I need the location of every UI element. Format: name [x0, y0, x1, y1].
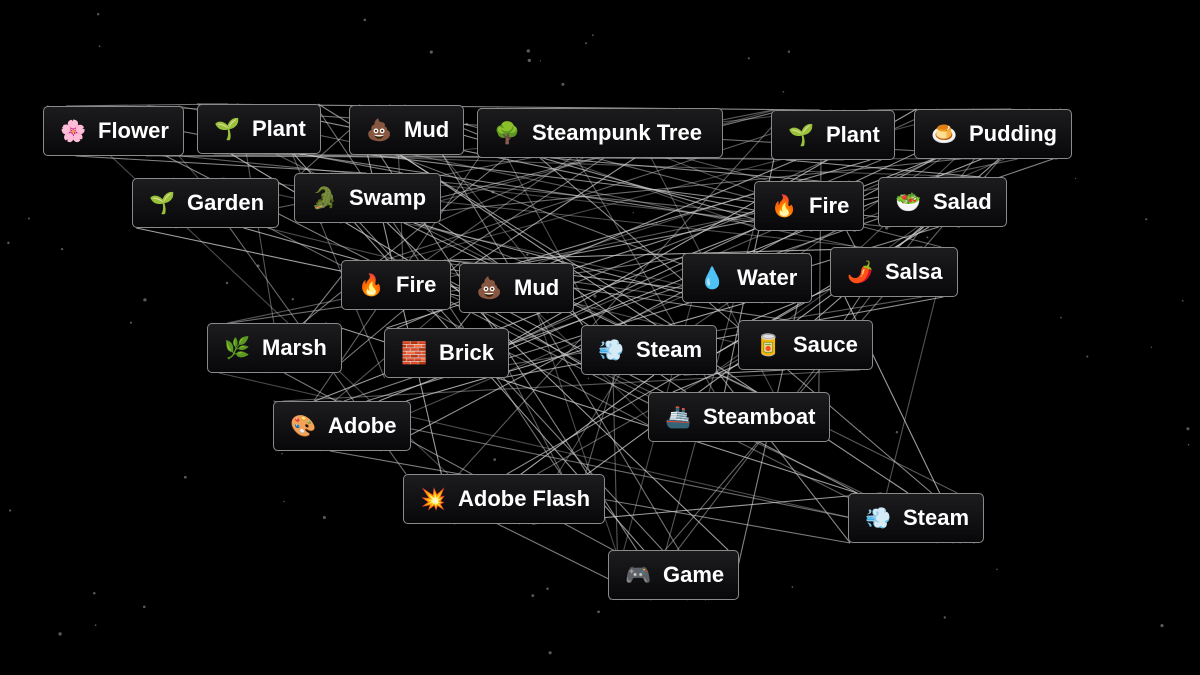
element-label: Pudding	[969, 121, 1057, 146]
element-label: Salsa	[885, 259, 943, 284]
element-salsa[interactable]: 🌶️ Salsa	[830, 247, 958, 297]
droplet-icon: 💧	[699, 265, 726, 290]
element-label: Brick	[439, 340, 495, 365]
element-label: Fire	[809, 193, 850, 218]
cherry-blossom-icon: 🌸	[60, 118, 87, 143]
element-label: Garden	[187, 190, 265, 215]
element-label: Steam	[636, 337, 703, 362]
tree-icon: 🌳	[494, 120, 521, 145]
element-water[interactable]: 💧 Water	[682, 253, 813, 303]
element-sauce[interactable]: 🥫 Sauce	[738, 320, 873, 370]
seedling-icon: 🌱	[788, 122, 815, 147]
fire-icon: 🔥	[771, 193, 798, 218]
element-mud[interactable]: 💩 Mud	[459, 263, 575, 313]
element-label: Steamboat	[703, 404, 816, 429]
element-label: Swamp	[349, 185, 427, 210]
collision-icon: 💥	[420, 486, 447, 511]
dash-icon: 💨	[598, 337, 625, 362]
element-game[interactable]: 🎮 Game	[608, 550, 740, 600]
element-plant[interactable]: 🌱 Plant	[771, 110, 895, 160]
element-adobe-flash[interactable]: 💥 Adobe Flash	[403, 474, 606, 524]
element-fire[interactable]: 🔥 Fire	[341, 260, 452, 310]
element-label: Adobe Flash	[458, 486, 591, 511]
dash-icon: 💨	[865, 505, 892, 530]
element-label: Mud	[404, 117, 450, 142]
element-swamp[interactable]: 🐊 Swamp	[294, 173, 442, 223]
brick-icon: 🧱	[401, 340, 428, 365]
element-adobe[interactable]: 🎨 Adobe	[273, 401, 412, 451]
pile-of-poo-icon: 💩	[366, 117, 393, 142]
connection-line	[371, 154, 961, 228]
hot-pepper-icon: 🌶️	[847, 259, 874, 284]
element-label: Marsh	[262, 335, 327, 360]
element-label: Steam	[903, 505, 970, 530]
element-brick[interactable]: 🧱 Brick	[384, 328, 510, 378]
element-label: Sauce	[793, 332, 858, 357]
ship-icon: 🚢	[665, 404, 692, 429]
element-steamboat[interactable]: 🚢 Steamboat	[648, 392, 831, 442]
fire-icon: 🔥	[358, 272, 385, 297]
element-marsh[interactable]: 🌿 Marsh	[207, 323, 342, 373]
element-label: Fire	[396, 272, 437, 297]
seedling-icon: 🌱	[214, 116, 241, 141]
seedling-icon: 🌱	[149, 190, 176, 215]
element-mud[interactable]: 💩 Mud	[349, 105, 465, 155]
game-controller-icon: 🎮	[625, 562, 652, 587]
element-steampunk-tree[interactable]: 🌳 Steampunk Tree	[477, 108, 723, 158]
element-flower[interactable]: 🌸 Flower	[43, 106, 184, 156]
element-pudding[interactable]: 🍮 Pudding	[914, 109, 1072, 159]
element-label: Plant	[826, 122, 880, 147]
element-plant[interactable]: 🌱 Plant	[197, 104, 321, 154]
connection-line	[612, 374, 618, 551]
element-label: Game	[663, 562, 725, 587]
connection-line	[313, 103, 595, 525]
element-garden[interactable]: 🌱 Garden	[132, 178, 280, 228]
element-label: Flower	[98, 118, 169, 143]
element-fire[interactable]: 🔥 Fire	[754, 181, 865, 231]
element-label: Mud	[514, 275, 560, 300]
element-steam[interactable]: 💨 Steam	[848, 493, 985, 543]
connection-line	[313, 172, 710, 601]
element-steam[interactable]: 💨 Steam	[581, 325, 718, 375]
element-label: Adobe	[328, 413, 397, 438]
herb-icon: 🌿	[224, 335, 251, 360]
element-label: Plant	[252, 116, 306, 141]
element-salad[interactable]: 🥗 Salad	[878, 177, 1007, 227]
palette-icon: 🎨	[290, 413, 317, 438]
element-label: Steampunk Tree	[532, 120, 702, 145]
sauce-icon: 🥫	[755, 332, 782, 357]
salad-icon: 🥗	[895, 189, 922, 214]
element-label: Salad	[933, 189, 992, 214]
element-label: Water	[737, 265, 798, 290]
pile-of-poo-icon: 💩	[476, 275, 503, 300]
custard-icon: 🍮	[931, 121, 958, 146]
crocodile-icon: 🐊	[311, 185, 338, 210]
